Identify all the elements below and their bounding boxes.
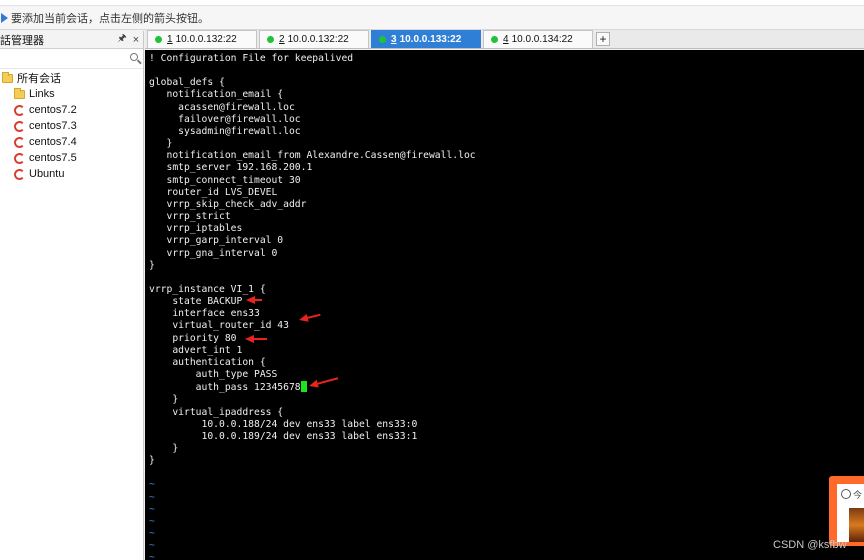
terminal-line: vrrp_gna_interval 0 bbox=[149, 247, 278, 259]
terminal-line: ~ bbox=[149, 552, 155, 560]
session-manager-header: 話管理器 🖈 × bbox=[0, 31, 143, 49]
terminal-line: smtp_server 192.168.200.1 bbox=[149, 162, 313, 174]
session-icon bbox=[14, 168, 25, 180]
terminal-line: ~ bbox=[149, 515, 155, 527]
session-icon bbox=[14, 120, 25, 132]
terminal-line: vrrp_garp_interval 0 bbox=[149, 235, 284, 247]
terminal-line: 10.0.0.189/24 dev ens33 label ens33:1 bbox=[149, 430, 418, 442]
tree-item-centos7-4[interactable]: centos7.4 bbox=[0, 134, 143, 150]
pin-icon[interactable]: 🖈 bbox=[115, 31, 129, 48]
terminal-line: notification_email { bbox=[149, 89, 284, 101]
terminal-line: } bbox=[149, 455, 155, 467]
session-tree: 所有会话 Links centos7.2 centos7.3 centos7.4… bbox=[0, 69, 143, 182]
terminal-line: } bbox=[149, 394, 179, 406]
terminal-line: } bbox=[149, 443, 179, 454]
connected-status-icon bbox=[267, 36, 274, 43]
terminal-line: } bbox=[149, 138, 173, 150]
terminal-line: } bbox=[149, 259, 155, 271]
terminal-line: ~ bbox=[149, 479, 155, 491]
session-manager-panel: 話管理器 🖈 × 所有会话 Links centos7.2 centos7.3 … bbox=[0, 31, 144, 560]
tab-session-1[interactable]: 1 10.0.0.132:22 bbox=[147, 30, 257, 48]
tree-item-label: centos7.4 bbox=[29, 136, 77, 148]
terminal-line: virtual_router_id 43 bbox=[149, 320, 289, 332]
tree-root[interactable]: 所有会话 bbox=[0, 70, 143, 86]
tab-label: 10.0.0.132:22 bbox=[175, 34, 237, 45]
tree-item-label: centos7.2 bbox=[29, 104, 77, 116]
tree-item-centos7-3[interactable]: centos7.3 bbox=[0, 118, 143, 134]
terminal-text: ! Configuration File for keepalived glob… bbox=[145, 50, 864, 560]
tree-item-label: Ubuntu bbox=[29, 168, 65, 180]
terminal-line: 10.0.0.188/24 dev ens33 label ens33:0 bbox=[149, 418, 418, 430]
tab-label: 10.0.0.132:22 bbox=[287, 34, 349, 45]
tab-session-4[interactable]: 4 10.0.0.134:22 bbox=[483, 30, 593, 48]
terminal-line: authentication { bbox=[149, 356, 266, 368]
tab-session-2[interactable]: 2 10.0.0.132:22 bbox=[259, 30, 369, 48]
terminal-line: advert_int 1 bbox=[149, 344, 243, 356]
connected-status-icon bbox=[155, 36, 162, 43]
session-icon bbox=[14, 104, 25, 116]
terminal-line: router_id LVS_DEVEL bbox=[149, 186, 278, 198]
session-manager-title: 話管理器 bbox=[0, 34, 44, 47]
terminal-line: ! Configuration File for keepalived bbox=[149, 53, 354, 64]
terminal-line: priority 80 bbox=[149, 332, 237, 344]
hint-text: 要添加当前会话，点击左侧的箭头按钮。 bbox=[11, 12, 209, 25]
refresh-icon bbox=[841, 489, 851, 499]
terminal-line: interface ens33 bbox=[149, 308, 260, 320]
terminal-line: ~ bbox=[149, 540, 155, 552]
tree-item-label: centos7.3 bbox=[29, 120, 77, 132]
watermark: CSDN @ksfbw bbox=[773, 539, 847, 551]
terminal-line: ~ bbox=[149, 491, 155, 503]
widget-text: 今 bbox=[853, 490, 863, 500]
session-icon bbox=[14, 136, 25, 148]
folder-icon bbox=[2, 71, 13, 83]
tab-label: 10.0.0.133:22 bbox=[399, 34, 462, 45]
terminal-line: virtual_ipaddress { bbox=[149, 406, 284, 418]
terminal-line: failover@firewall.loc bbox=[149, 113, 301, 125]
tree-item-label: Links bbox=[29, 88, 55, 100]
terminal-line: acassen@firewall.loc bbox=[149, 101, 295, 113]
session-search[interactable] bbox=[0, 49, 143, 69]
terminal-line: global_defs { bbox=[149, 77, 225, 89]
tab-number: 4 bbox=[503, 34, 509, 45]
session-icon bbox=[14, 152, 25, 164]
tab-number: 2 bbox=[279, 34, 285, 45]
terminal-line: auth_type PASS bbox=[149, 369, 278, 381]
connected-status-icon bbox=[379, 36, 386, 43]
tree-item-ubuntu[interactable]: Ubuntu bbox=[0, 166, 143, 182]
tab-label: 10.0.0.134:22 bbox=[511, 34, 573, 45]
close-icon[interactable]: × bbox=[129, 34, 143, 46]
terminal-line: sysadmin@firewall.loc bbox=[149, 125, 301, 137]
hint-bar: 要添加当前会话，点击左侧的箭头按钮。 bbox=[0, 6, 864, 30]
tree-root-label: 所有会话 bbox=[17, 73, 61, 85]
terminal-line: ~ bbox=[149, 528, 155, 540]
terminal-line: ~ bbox=[149, 503, 155, 515]
terminal-line: vrrp_skip_check_adv_addr bbox=[149, 198, 307, 210]
text-cursor bbox=[300, 381, 307, 393]
add-tab-button[interactable]: + bbox=[596, 32, 610, 46]
session-tab-bar: 1 10.0.0.132:22 2 10.0.0.132:22 3 10.0.0… bbox=[145, 30, 864, 49]
tree-item-centos7-5[interactable]: centos7.5 bbox=[0, 150, 143, 166]
tree-item-links[interactable]: Links bbox=[0, 86, 143, 102]
terminal-line: auth_pass 12345678 bbox=[149, 382, 301, 394]
connected-status-icon bbox=[491, 36, 498, 43]
add-session-arrow-icon[interactable] bbox=[1, 12, 8, 23]
search-icon[interactable] bbox=[130, 53, 138, 61]
terminal-line: state BACKUP bbox=[149, 296, 243, 308]
terminal-line: smtp_connect_timeout 30 bbox=[149, 174, 301, 186]
floating-widget[interactable]: 今 bbox=[829, 476, 864, 546]
folder-icon bbox=[14, 87, 25, 99]
terminal-view[interactable]: ! Configuration File for keepalived glob… bbox=[145, 50, 864, 560]
tab-number: 3 bbox=[391, 34, 397, 45]
floating-widget-body: 今 bbox=[837, 484, 864, 542]
tree-item-centos7-2[interactable]: centos7.2 bbox=[0, 102, 143, 118]
tree-item-label: centos7.5 bbox=[29, 152, 77, 164]
terminal-line: vrrp_strict bbox=[149, 211, 231, 223]
widget-thumbnail bbox=[849, 508, 864, 542]
tab-session-3[interactable]: 3 10.0.0.133:22 bbox=[371, 30, 481, 48]
terminal-line: vrrp_iptables bbox=[149, 223, 243, 235]
terminal-line: vrrp_instance VI_1 { bbox=[149, 283, 266, 295]
terminal-line: notification_email_from Alexandre.Cassen… bbox=[149, 150, 476, 162]
tab-number: 1 bbox=[167, 34, 173, 45]
